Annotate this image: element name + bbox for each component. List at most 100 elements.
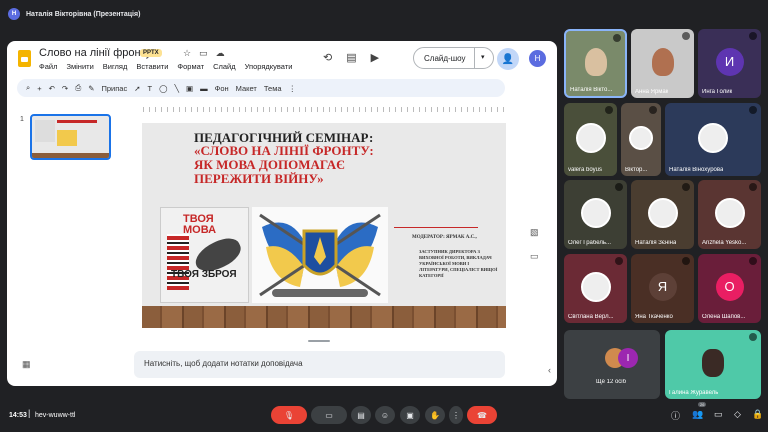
mic-off-icon (749, 106, 757, 114)
meeting-code: hev-wuww-ttl (35, 412, 76, 419)
participant-tile[interactable]: Наталія Віноxурова (665, 103, 761, 176)
info-icon[interactable]: ⓘ (671, 409, 680, 422)
avatar: Я (648, 272, 677, 301)
participant-tile[interactable]: Віктор... (621, 103, 661, 176)
add-person-icon: 👤 (501, 53, 515, 65)
mic-button[interactable]: 🎙 (271, 406, 307, 424)
more-options-icon: ⋮ (452, 410, 460, 420)
mic-off-icon: 🎙 (283, 410, 295, 420)
history-icon[interactable]: ⟲ (323, 51, 332, 64)
participant-name: Anzhela Yesko... (702, 240, 747, 246)
border-color-icon[interactable]: ▬ (200, 84, 208, 93)
chevron-down-icon[interactable]: ▾ (481, 53, 485, 61)
moderator-divider (394, 227, 478, 228)
more-options-icon[interactable]: ⋮ (289, 84, 297, 93)
share-button[interactable]: 👤 (497, 48, 519, 70)
explore-icon[interactable]: ▧ (530, 227, 539, 238)
slide-canvas[interactable]: ПЕДАГОГІЧНИЙ СЕМІНАР: «СЛОВО НА ЛІНІЇ ФР… (142, 123, 506, 328)
moderator-position: ЗАСТУПНИК ДИРЕКТОРА З ВИХОВНОЇ РОБОТИ, В… (419, 249, 498, 278)
participant-tile[interactable]: Наталія Зєніна (631, 180, 694, 249)
print-icon[interactable]: ⎙ (75, 83, 81, 93)
slide-thumbnail[interactable] (30, 114, 111, 160)
document-title[interactable]: Слово на лінії фронту (39, 47, 151, 59)
grid-view-icon[interactable]: ▦ (22, 359, 31, 370)
participant-name: Наталія Зєніна (635, 240, 677, 246)
redo-icon[interactable]: ↷ (62, 84, 68, 93)
textbox-icon[interactable]: T (148, 84, 153, 93)
slideshow-button[interactable]: Слайд-шоу ▾ (413, 47, 494, 69)
slide-title-line2: «СЛОВО НА ЛІНІЇ ФРОНТУ: (194, 143, 374, 158)
horizontal-ruler (143, 107, 507, 112)
search-icon[interactable]: ⌕ (26, 83, 30, 93)
speaker-notes[interactable]: Натисніть, щоб додати нотатки доповідача (134, 351, 505, 378)
zoom-select[interactable]: Припас (101, 84, 127, 93)
meeting-controls-bar: 14:53 | hev-wuww-ttl 🎙 ▭ ▤ ☺ ▣ ✋ ⋮ ☎ ⓘ 👥… (0, 402, 768, 428)
mic-off-icon (615, 257, 623, 265)
participant-tile[interactable]: Світлана Верл... (564, 254, 627, 323)
slide-number: 1 (20, 116, 24, 123)
leave-call-button[interactable]: ☎ (467, 406, 497, 424)
participant-name: Наталія Вікто... (570, 87, 613, 93)
participant-name: Инга Голик (702, 89, 733, 95)
background-button[interactable]: Фон (215, 84, 229, 93)
slides-logo-icon[interactable] (18, 50, 31, 67)
layout-button[interactable]: Макет (236, 84, 257, 93)
collapse-icon[interactable]: ‹ (548, 365, 551, 375)
participant-tile[interactable]: Anzhela Yesko... (698, 180, 761, 249)
folder-icon[interactable]: ▭ (199, 48, 208, 59)
participant-tile[interactable]: О Олена Шапов... (698, 254, 761, 323)
people-icon[interactable]: 👥 (692, 409, 703, 420)
menu-insert[interactable]: Вставити (136, 62, 168, 71)
participant-tile[interactable]: Галина Журавель (665, 330, 761, 399)
captions-button[interactable]: ▤ (351, 406, 371, 424)
meet-icon[interactable]: ▶ (371, 51, 379, 64)
undo-icon[interactable]: ↶ (49, 84, 55, 93)
mic-off-icon (615, 183, 623, 191)
menu-file[interactable]: Файл (39, 62, 57, 71)
present-button[interactable]: ▣ (400, 406, 420, 424)
participant-tile[interactable]: Анна Ярмак (631, 29, 694, 98)
mic-off-icon (682, 183, 690, 191)
line-icon[interactable]: ╲ (175, 84, 180, 93)
participant-tile[interactable]: Наталія Вікто... (564, 29, 627, 98)
paint-format-icon[interactable]: ✎ (88, 84, 94, 93)
star-icon[interactable]: ☆ (183, 48, 191, 59)
participant-name: Світлана Верл... (568, 314, 614, 320)
shape-icon[interactable]: ◯ (159, 84, 167, 93)
more-participants-tile[interactable]: І Ще 12 осіб (564, 330, 660, 399)
chat-icon[interactable]: ▭ (714, 409, 723, 420)
cloud-icon[interactable]: ☁ (216, 48, 225, 59)
more-options-button[interactable]: ⋮ (449, 406, 463, 424)
comment-icon[interactable]: ▤ (346, 51, 356, 64)
camera-button[interactable]: ▭ (311, 406, 347, 424)
select-icon[interactable]: ➚ (134, 84, 140, 93)
lock-icon[interactable]: 🔒 (752, 409, 763, 420)
notes-resize-handle[interactable] (308, 340, 330, 342)
raise-hand-button[interactable]: ✋ (425, 406, 445, 424)
folder-side-icon[interactable]: ▭ (530, 251, 539, 262)
theme-button[interactable]: Тема (264, 84, 282, 93)
add-icon[interactable]: + (37, 84, 41, 93)
user-avatar[interactable]: Н (529, 50, 546, 67)
participant-name: Яна Ткаченко (635, 314, 673, 320)
window-title: Наталія Вікторівна (Презентація) (26, 10, 141, 18)
menu-edit[interactable]: Змінити (66, 62, 93, 71)
menu-view[interactable]: Вигляд (103, 62, 128, 71)
menu-arrange[interactable]: Упорядкувати (245, 62, 293, 71)
participant-tile[interactable]: Я Яна Ткаченко (631, 254, 694, 323)
meeting-time: 14:53 (9, 412, 27, 419)
mic-off-icon (682, 32, 690, 40)
participant-name: valera boyus (568, 167, 603, 173)
participant-tile[interactable]: И Инга Голик (698, 29, 761, 98)
participant-tile[interactable]: Олег Грабель... (564, 180, 627, 249)
phone-hangup-icon: ☎ (477, 410, 487, 420)
mic-off-icon (749, 333, 757, 341)
avatar (629, 125, 653, 150)
menu-format[interactable]: Формат (177, 62, 204, 71)
menu-slide[interactable]: Слайд (213, 62, 236, 71)
emoji-icon: ☺ (380, 410, 390, 420)
participant-tile[interactable]: valera boyus (564, 103, 617, 176)
emoji-button[interactable]: ☺ (375, 406, 395, 424)
comment-add-icon[interactable]: ▣ (186, 84, 193, 93)
activities-icon[interactable]: ◇ (734, 409, 741, 420)
